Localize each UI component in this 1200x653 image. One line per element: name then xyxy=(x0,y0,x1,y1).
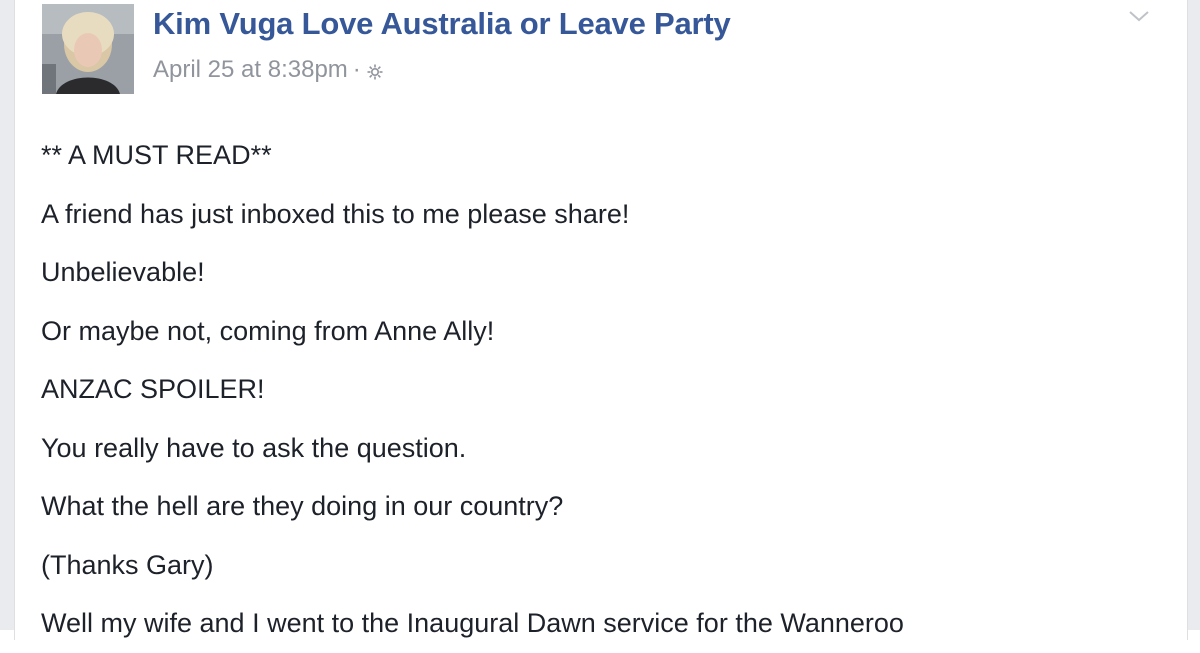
avatar[interactable] xyxy=(42,4,134,94)
chevron-down-icon[interactable] xyxy=(1127,8,1151,24)
post-text-line: ANZAC SPOILER! xyxy=(41,374,265,404)
author-name-link[interactable]: Kim Vuga Love Australia or Leave Party xyxy=(153,6,731,42)
post-text-line: A friend has just inboxed this to me ple… xyxy=(41,198,630,229)
meta-separator: · xyxy=(352,56,361,83)
post-text-line: Well my wife and I went to the Inaugural… xyxy=(41,608,904,638)
gear-icon[interactable] xyxy=(366,60,384,80)
post-card: Kim Vuga Love Australia or Leave Party A… xyxy=(14,0,1188,640)
post-text-line: (Thanks Gary) xyxy=(41,549,214,580)
avatar-photo xyxy=(42,4,134,94)
post-text-line: ** A MUST READ** xyxy=(41,140,272,170)
post-body: ** A MUST READ** A friend has just inbox… xyxy=(41,126,1161,653)
post-timestamp[interactable]: April 25 at 8:38pm xyxy=(153,56,348,83)
post-text-line: Or maybe not, coming from Anne Ally! xyxy=(41,315,495,346)
post-text-line: You really have to ask the question. xyxy=(41,432,467,463)
post-text-line: What the hell are they doing in our coun… xyxy=(41,491,564,521)
post-meta: April 25 at 8:38pm · xyxy=(153,56,384,84)
post-text-line: Unbelievable! xyxy=(41,257,205,287)
